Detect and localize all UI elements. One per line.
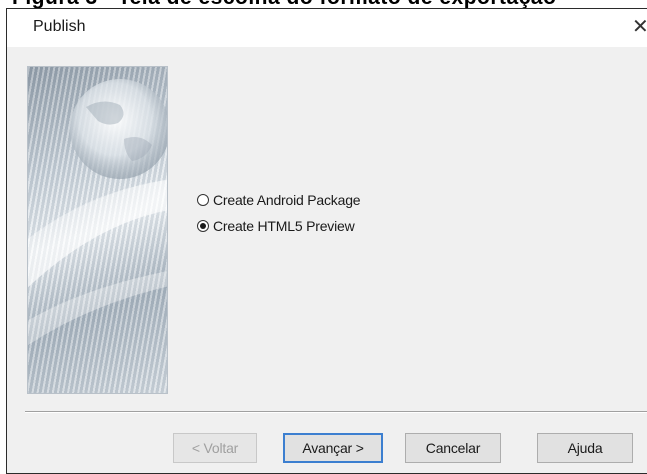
option-label-android: Create Android Package [213, 192, 361, 208]
caption-text: Figura 3 - Tela de escolha do formato de… [12, 0, 556, 8]
option-label-html5: Create HTML5 Preview [213, 218, 355, 234]
option-create-android-package[interactable]: Create Android Package [197, 191, 361, 209]
document-caption-fragment: Figura 3 - Tela de escolha do formato de… [0, 0, 647, 8]
wizard-image [27, 66, 168, 394]
publish-dialog: Publish ✕ Create Android Package Create … [6, 8, 647, 474]
globe-watermark-icon [28, 79, 167, 346]
radio-html5-preview[interactable] [197, 220, 209, 232]
next-button[interactable]: Avançar > [283, 433, 383, 463]
back-button[interactable]: < Voltar [173, 433, 257, 463]
page: Figura 3 - Tela de escolha do formato de… [0, 0, 647, 474]
close-icon[interactable]: ✕ [632, 15, 647, 37]
radio-android-package[interactable] [197, 194, 209, 206]
footer-separator [25, 411, 647, 413]
title-bar: Publish ✕ [7, 9, 647, 47]
help-button[interactable]: Ajuda [537, 433, 633, 463]
window-title: Publish [33, 18, 86, 35]
option-create-html5-preview[interactable]: Create HTML5 Preview [197, 217, 355, 235]
cancel-button[interactable]: Cancelar [405, 433, 501, 463]
